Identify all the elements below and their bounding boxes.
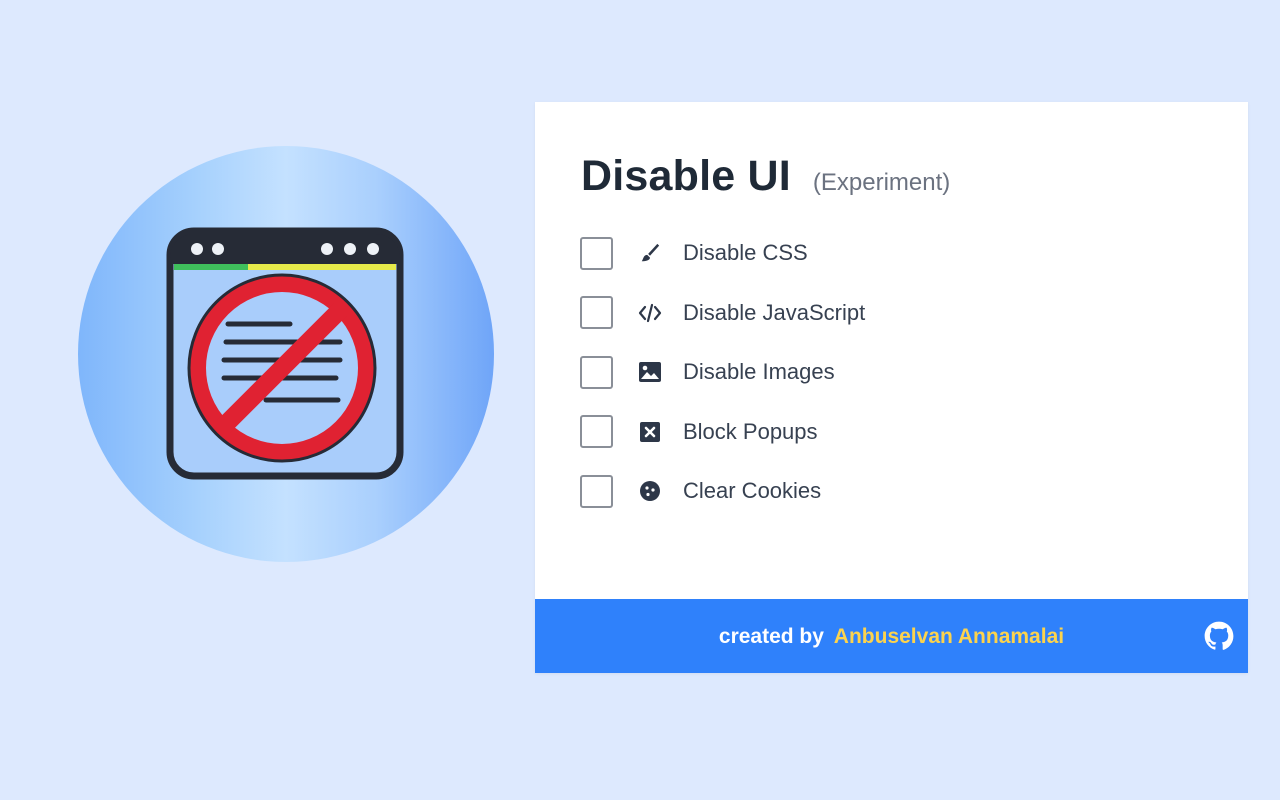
disable-images-checkbox[interactable]: [580, 355, 613, 389]
option-label: Disable Images: [683, 359, 835, 384]
image-icon: [638, 360, 662, 384]
option-clear-cookies[interactable]: Clear Cookies: [580, 473, 865, 509]
popup-footer: created by Anbuselvan Annamalai: [535, 599, 1248, 673]
disable-javascript-checkbox[interactable]: [580, 296, 613, 329]
option-label: Disable JavaScript: [683, 299, 866, 325]
author-link[interactable]: Anbuselvan Annamalai: [834, 625, 1064, 648]
option-disable-javascript[interactable]: Disable JavaScript: [580, 295, 865, 331]
options-list: Disable CSS Disable JavaScript Disable I…: [580, 235, 865, 533]
credit-prefix: created by: [718, 625, 824, 648]
popup-header: Disable UI (Experiment): [581, 152, 950, 201]
no-browser-logo-icon: [166, 227, 404, 480]
option-label: Block Popups: [683, 418, 818, 444]
credit-text: created by Anbuselvan Annamalai: [535, 599, 1248, 673]
cookie-icon: [638, 479, 662, 503]
option-disable-images[interactable]: Disable Images: [580, 354, 865, 390]
paint-brush-icon: [638, 241, 662, 265]
clear-cookies-checkbox[interactable]: [580, 474, 613, 508]
block-popups-checkbox[interactable]: [580, 415, 613, 448]
extension-popup: Disable UI (Experiment) Disable CSS Disa…: [535, 102, 1248, 673]
option-block-popups[interactable]: Block Popups: [580, 414, 865, 450]
close-window-icon: [638, 420, 662, 444]
option-label: Clear Cookies: [683, 478, 822, 503]
popup-subtitle: (Experiment): [812, 169, 951, 196]
screenshot-stage: Disable UI (Experiment) Disable CSS Disa…: [0, 0, 1280, 800]
extension-logo: [78, 146, 494, 562]
github-icon[interactable]: [1204, 621, 1234, 651]
code-icon: [638, 301, 662, 325]
popup-title: Disable UI: [581, 152, 791, 200]
option-disable-css[interactable]: Disable CSS: [580, 235, 865, 271]
disable-css-checkbox[interactable]: [580, 236, 613, 270]
option-label: Disable CSS: [683, 240, 808, 265]
